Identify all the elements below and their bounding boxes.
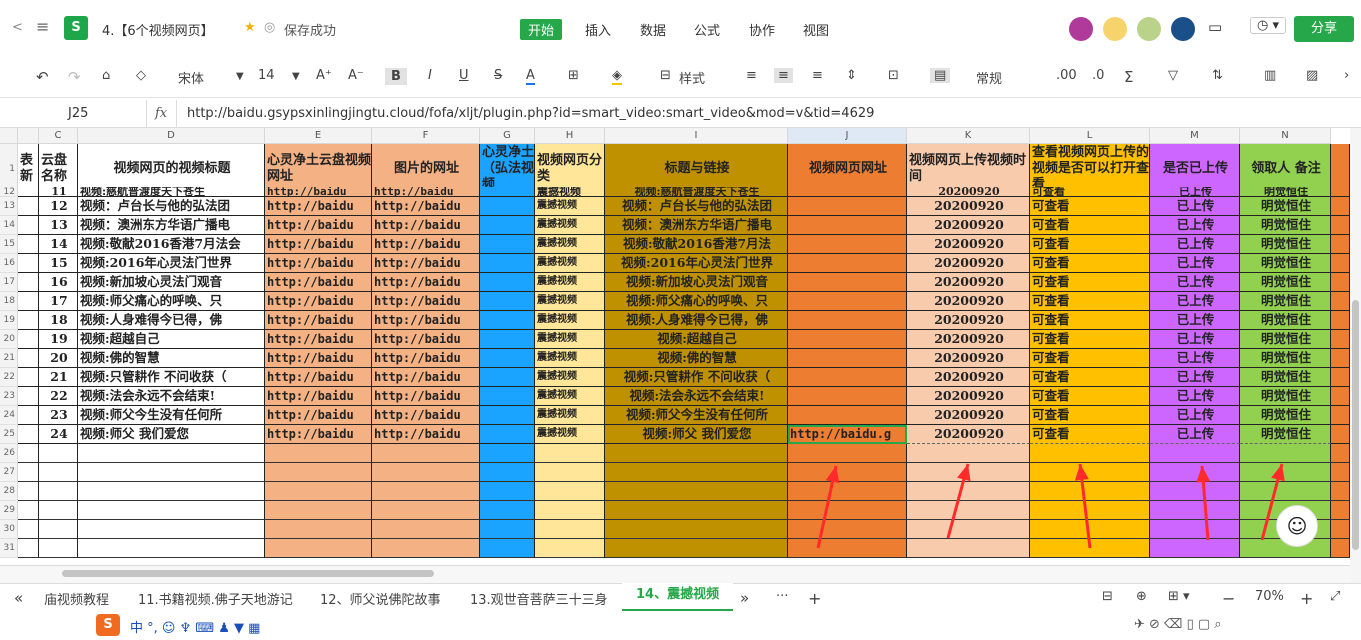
underline-icon[interactable]: U	[459, 68, 469, 83]
sheet-app-icon: S	[64, 16, 88, 40]
sheet-tab[interactable]: 11.书籍视频.佛子天地游记	[138, 589, 293, 608]
number-format-select[interactable]: 常规	[976, 68, 1002, 87]
protect-icon[interactable]: ⊕	[1136, 589, 1147, 604]
assistant-icon[interactable]: ☺	[1276, 505, 1318, 547]
eraser-icon[interactable]: ◇	[136, 68, 146, 83]
menu-icon[interactable]: ≡	[36, 17, 49, 36]
wrap-icon[interactable]: ▤	[930, 68, 951, 83]
undo-icon[interactable]: ↶	[36, 68, 49, 86]
menu-view[interactable]: 视图	[795, 19, 837, 40]
formula-input[interactable]: http://baidu.gsypsxinlingjingtu.cloud/fo…	[187, 106, 874, 121]
divider	[176, 100, 177, 128]
layout-icon[interactable]: ⊞ ▾	[1168, 589, 1190, 604]
annotation-arrows	[816, 463, 1285, 549]
redo-icon[interactable]: ↷	[68, 68, 81, 86]
decrease-font-icon[interactable]: A⁻	[348, 68, 364, 83]
red-arrow-head	[1196, 466, 1211, 483]
font-color-icon[interactable]: A	[526, 68, 535, 85]
filter-icon[interactable]: ▽	[1168, 68, 1178, 83]
spreadsheet-grid[interactable]: C D E F G H I J K L M N 1 表新 云盘名称 视频网页的视频标题 心灵净土云盘视频网址 图片…	[0, 128, 1350, 565]
ime-logo-icon[interactable]: S	[96, 614, 120, 636]
menu-formula[interactable]: 公式	[686, 19, 728, 40]
add-sheet-icon[interactable]: +	[808, 589, 821, 608]
sort-icon[interactable]: ⇅	[1212, 68, 1223, 83]
zoom-in-icon[interactable]: +	[1300, 589, 1313, 608]
strike-icon[interactable]: S	[494, 68, 502, 83]
avatar[interactable]	[1171, 17, 1195, 41]
formula-bar: J25 fx http://baidu.gsypsxinlingjingtu.c…	[0, 100, 1361, 128]
sheet-tab[interactable]: 13.观世音菩萨三十三身	[470, 589, 608, 608]
red-arrow-head	[825, 466, 840, 484]
border-icon[interactable]: ⊞	[568, 68, 579, 83]
italic-icon[interactable]: I	[428, 68, 432, 83]
fill-color-icon[interactable]: ◈	[612, 68, 622, 85]
decimal-decrease-icon[interactable]: .0	[1092, 68, 1104, 83]
menu-collab[interactable]: 协作	[741, 19, 783, 40]
menu-insert[interactable]: 插入	[577, 19, 619, 40]
zoom-out-icon[interactable]: −	[1222, 589, 1235, 608]
menu-start[interactable]: 开始	[520, 19, 563, 40]
fx-icon[interactable]: fx	[155, 106, 167, 121]
back-icon[interactable]: <	[12, 20, 23, 35]
sheet-tab[interactable]: 庙视频教程	[44, 589, 109, 608]
history-icon[interactable]: ◷ ▾	[1250, 17, 1287, 34]
share-button[interactable]: 分享	[1294, 16, 1354, 42]
more-icon[interactable]: ›	[1344, 68, 1349, 83]
image-icon[interactable]: ▨	[1306, 68, 1318, 83]
doc-title[interactable]: 4.【6个视频网页】	[102, 20, 214, 39]
increase-font-icon[interactable]: A⁺	[316, 68, 332, 83]
sheet-view-icon[interactable]: ⊟	[1102, 589, 1113, 604]
merge-icon[interactable]: ⊡	[888, 68, 899, 83]
horizontal-scroll-thumb[interactable]	[62, 570, 434, 577]
fullscreen-icon[interactable]: ⤢	[1330, 589, 1340, 604]
chevron-down-icon[interactable]: ▼	[292, 71, 300, 82]
taskbar: S 中 °, ☺ ♆ ⌨ ♟ ▼ ▦ ✈ ⊘ ⌫ ▯ ▢ ⌕	[0, 611, 1361, 640]
first-sheet-icon[interactable]: «	[14, 589, 23, 607]
style-select[interactable]: 样式	[679, 68, 705, 87]
align-center-icon[interactable]: ≡	[774, 68, 793, 83]
next-sheet-icon[interactable]: »	[740, 589, 749, 607]
sheet-tab-active[interactable]: 14、震撼视频	[622, 583, 734, 611]
title-bar: < ≡ S 4.【6个视频网页】 ★ ◎ 保存成功 开始 插入 数据 公式 协作…	[0, 0, 1361, 58]
avatar[interactable]	[1103, 17, 1127, 41]
chart-icon[interactable]: ▥	[1264, 68, 1276, 83]
more-sheets-icon[interactable]: ···	[776, 589, 788, 604]
tray-icons[interactable]: ✈ ⊘ ⌫ ▯ ▢ ⌕	[1134, 617, 1222, 632]
chevron-down-icon[interactable]: ▼	[236, 71, 244, 82]
vertical-scroll-thumb[interactable]	[1352, 300, 1359, 550]
valign-icon[interactable]: ⇕	[846, 68, 857, 83]
video-icon[interactable]: ▭	[1208, 18, 1222, 36]
sheet-tab[interactable]: 12、师父说佛陀故事	[320, 589, 441, 608]
decimal-icon[interactable]: .00	[1056, 68, 1077, 83]
table-style-icon[interactable]: ⊟	[660, 68, 671, 83]
format-painter-icon[interactable]: ⌂	[102, 68, 110, 83]
menu-data[interactable]: 数据	[632, 19, 674, 40]
bold-icon[interactable]: B	[385, 68, 407, 85]
avatar[interactable]	[1069, 17, 1093, 41]
zoom-level[interactable]: 70%	[1255, 589, 1284, 604]
ime-toolbar-icons[interactable]: 中 °, ☺ ♆ ⌨ ♟ ▼ ▦	[130, 617, 260, 636]
align-right-icon[interactable]: ≡	[812, 68, 823, 83]
cell-reference[interactable]: J25	[68, 106, 88, 121]
sum-icon[interactable]: Σ	[1124, 68, 1133, 86]
star-icon[interactable]: ★	[244, 20, 256, 35]
font-select[interactable]: 宋体	[178, 68, 204, 87]
font-size-select[interactable]: 14	[258, 68, 275, 83]
check-circle-icon: ◎	[264, 20, 276, 35]
red-arrow-head	[1074, 464, 1089, 481]
align-left-icon[interactable]: ≡	[746, 68, 757, 83]
divider	[146, 100, 147, 128]
avatar[interactable]	[1137, 17, 1161, 41]
save-status: 保存成功	[284, 24, 337, 39]
